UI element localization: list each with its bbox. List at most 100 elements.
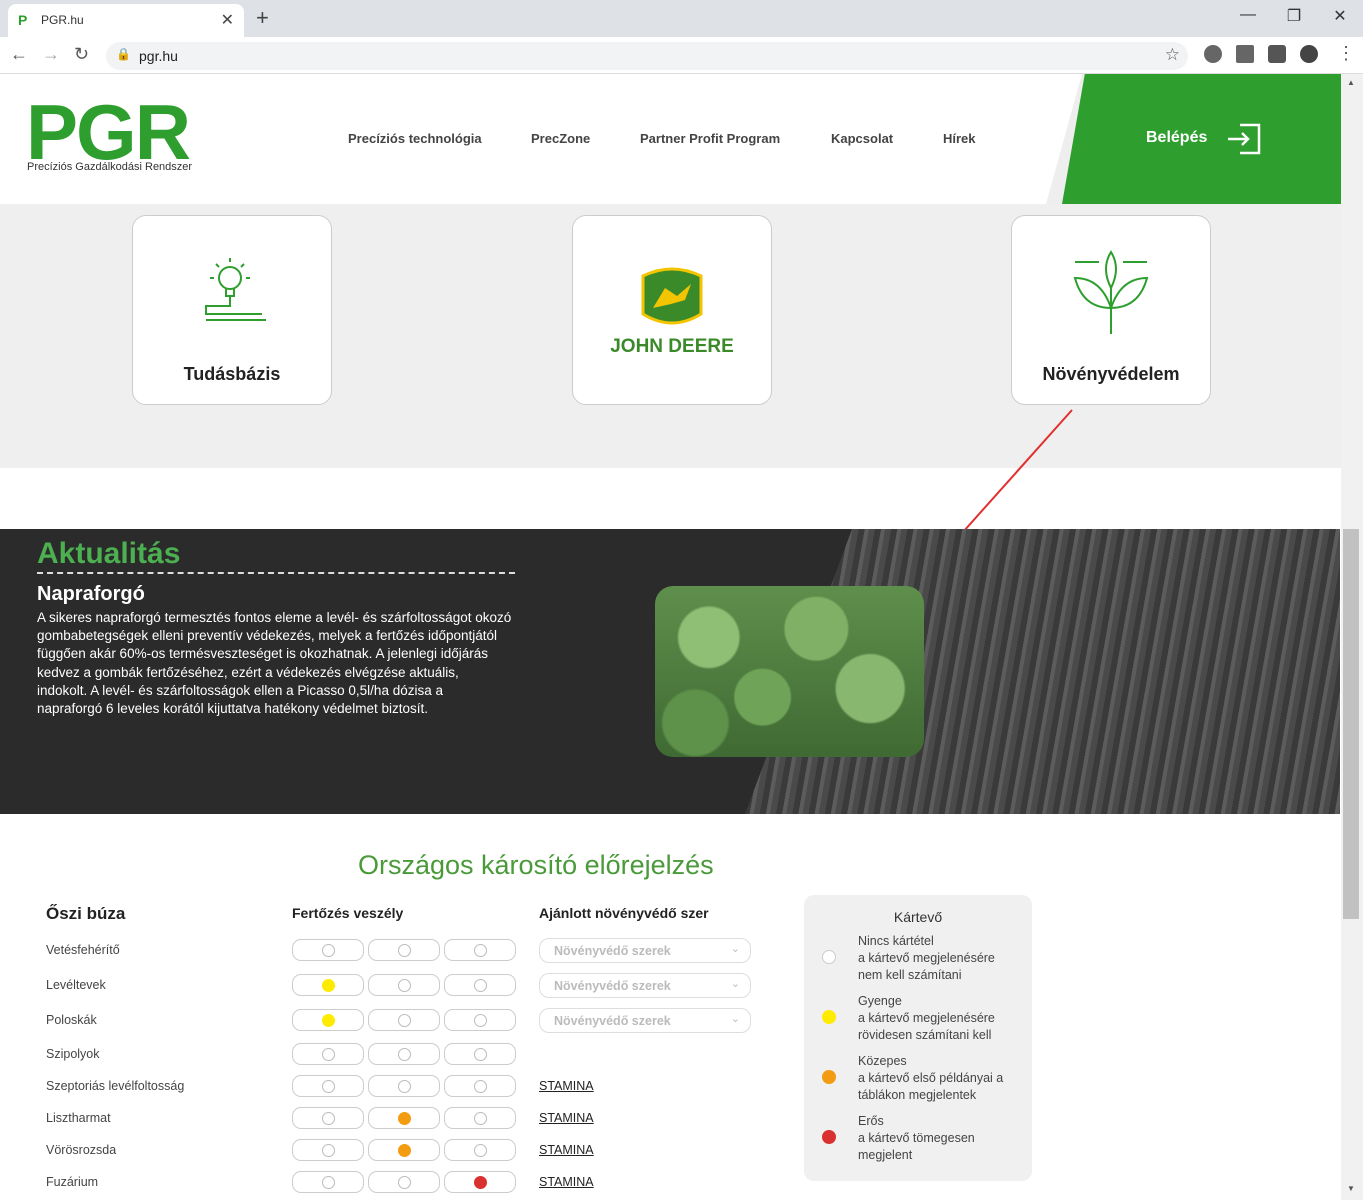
card-label: Növényvédelem [1042, 364, 1180, 384]
risk-dot [322, 1080, 335, 1093]
pgr-logo[interactable]: PGR [26, 93, 191, 171]
login-label[interactable]: Belépés [1146, 129, 1207, 147]
pgr-favicon-icon: P [18, 12, 28, 28]
nav-kapcsolat[interactable]: Kapcsolat [831, 131, 893, 146]
nav-precizios-technologia[interactable]: Precíziós technológia [348, 131, 482, 146]
risk-indicator [368, 1171, 440, 1193]
sunflower-photo [655, 586, 924, 757]
select-placeholder: Növényvédő szerek [554, 1014, 671, 1028]
select-placeholder: Növényvédő szerek [554, 979, 671, 993]
risk-dot [322, 979, 335, 992]
extension-icon[interactable] [1236, 45, 1254, 63]
forward-icon[interactable]: → [42, 44, 60, 65]
chevron-down-icon: ⌄ [730, 943, 740, 955]
browser-menu-icon[interactable]: ⋮ [1337, 43, 1355, 64]
card-tudasbazis[interactable]: Tudásbázis [132, 215, 332, 405]
risk-indicator [292, 974, 364, 996]
card-label: Tudásbázis [183, 364, 281, 384]
page-scrollbar[interactable]: ▲ ▼ [1341, 74, 1363, 1200]
browser-tab[interactable]: P PGR.hu ✕ [8, 4, 244, 37]
forecast-title: Országos károsító előrejelzés [358, 850, 714, 880]
risk-indicator [292, 1171, 364, 1193]
risk-indicator [368, 974, 440, 996]
risk-dot [474, 944, 487, 957]
nav-partner-profit-program[interactable]: Partner Profit Program [640, 131, 780, 146]
news-subtitle: Napraforgó [37, 583, 145, 605]
chevron-down-icon: ⌄ [730, 978, 740, 990]
risk-dot [398, 979, 411, 992]
profile-icon[interactable] [1300, 45, 1318, 63]
url-text: pgr.hu [139, 48, 178, 64]
plant-icon [1073, 250, 1149, 334]
minimize-icon[interactable]: — [1238, 6, 1258, 24]
new-tab-icon[interactable]: + [256, 5, 269, 31]
product-link[interactable]: STAMINA [539, 1079, 594, 1093]
product-select[interactable]: Növényvédő szerek ⌄ [539, 1008, 751, 1033]
risk-dot [474, 1080, 487, 1093]
risk-indicator [292, 1139, 364, 1161]
risk-dot [322, 1176, 335, 1189]
john-deere-text: JOHN DEERE [610, 336, 734, 357]
bookmark-star-icon[interactable]: ☆ [1165, 45, 1180, 65]
back-icon[interactable]: ← [10, 44, 28, 65]
address-bar: ← → ↻ 🔒 pgr.hu ☆ [0, 37, 1363, 74]
tab-close-icon[interactable]: ✕ [221, 10, 234, 30]
reload-icon[interactable]: ↻ [74, 44, 89, 65]
risk-dot [398, 1112, 411, 1125]
risk-indicator [292, 939, 364, 961]
risk-dot [474, 979, 487, 992]
product-link[interactable]: STAMINA [539, 1111, 594, 1125]
risk-dot [398, 1048, 411, 1061]
risk-heading: Fertőzés veszély [292, 905, 404, 921]
risk-indicator [444, 1009, 516, 1031]
legend-dot [822, 1130, 836, 1144]
risk-indicator [444, 1171, 516, 1193]
news-divider [37, 572, 515, 574]
puzzle-icon[interactable] [1268, 45, 1286, 63]
legend-text: Közepes a kártevő első példányai a táblák… [858, 1054, 1004, 1102]
login-icon[interactable] [1226, 122, 1262, 156]
pest-name: Vetésfehérítő [46, 943, 120, 957]
card-novenyvedelem[interactable]: Növényvédelem [1011, 215, 1211, 405]
legend-dot [822, 1010, 836, 1024]
scroll-thumb[interactable] [1343, 529, 1359, 919]
nav-preczone[interactable]: PrecZone [531, 131, 590, 146]
scroll-down-icon[interactable]: ▼ [1347, 1184, 1355, 1193]
logo-subtitle: Precíziós Gazdálkodási Rendszer [27, 161, 193, 173]
url-bar[interactable]: 🔒 pgr.hu ☆ [106, 42, 1188, 70]
tab-title: PGR.hu [41, 13, 84, 27]
lock-icon: 🔒 [116, 47, 131, 61]
scroll-up-icon[interactable]: ▲ [1347, 78, 1355, 87]
legend-text: Erős a kártevő tömegesen megjelent [858, 1114, 975, 1162]
pest-name: Poloskák [46, 1013, 97, 1027]
risk-dot [474, 1112, 487, 1125]
john-deere-logo [641, 267, 703, 325]
restore-icon[interactable]: ❐ [1284, 6, 1304, 26]
risk-indicator [368, 939, 440, 961]
risk-indicator [368, 1107, 440, 1129]
product-select[interactable]: Növényvédő szerek ⌄ [539, 938, 751, 963]
legend-panel: Kártevő Nincs kártétel a kártevő megjelen… [804, 895, 1032, 1181]
window-close-icon[interactable]: ✕ [1330, 6, 1350, 26]
risk-dot [322, 1048, 335, 1061]
news-banner: Aktualitás Napraforgó A sikeres naprafor… [0, 529, 1340, 814]
extension-icon[interactable] [1204, 45, 1222, 63]
browser-tab-bar: P PGR.hu ✕ + — ❐ ✕ [0, 0, 1363, 37]
card-john-deere[interactable]: JOHN DEERE [572, 215, 772, 405]
product-link[interactable]: STAMINA [539, 1175, 594, 1189]
risk-indicator [292, 1009, 364, 1031]
nav-hirek[interactable]: Hírek [943, 131, 976, 146]
risk-indicator [368, 1075, 440, 1097]
legend-dot [822, 950, 836, 964]
product-heading: Ajánlott növényvédő szer [539, 905, 709, 921]
pest-name: Levéltevek [46, 978, 106, 992]
select-placeholder: Növényvédő szerek [554, 944, 671, 958]
crop-heading: Őszi búza [46, 904, 126, 923]
risk-indicator [368, 1139, 440, 1161]
pest-name: Szipolyok [46, 1047, 100, 1061]
site-header: PGR Precíziós Gazdálkodási Rendszer Prec… [0, 74, 1347, 204]
risk-indicator [444, 1075, 516, 1097]
product-link[interactable]: STAMINA [539, 1143, 594, 1157]
product-select[interactable]: Növényvédő szerek ⌄ [539, 973, 751, 998]
risk-dot [322, 1144, 335, 1157]
